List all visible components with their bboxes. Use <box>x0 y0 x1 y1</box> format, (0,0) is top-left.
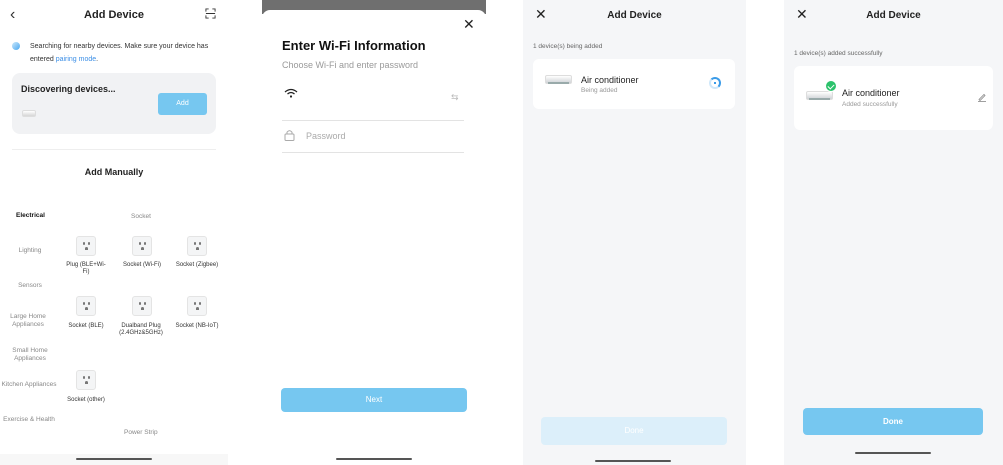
add-button[interactable]: Add <box>158 93 207 115</box>
pencil-icon[interactable] <box>977 92 987 102</box>
section-socket: Socket <box>131 213 151 220</box>
home-indicator[interactable] <box>76 458 152 460</box>
device-name: Air conditioner <box>581 75 639 85</box>
adding-device-screen: ✕ Add Device 1 device(s) being added Air… <box>523 0 746 465</box>
category-electrical[interactable]: Electrical <box>16 212 66 220</box>
adding-status: 1 device(s) being added <box>533 43 603 50</box>
discovering-card: Discovering devices... Add <box>12 73 216 134</box>
lock-icon <box>284 130 295 141</box>
scan-icon[interactable] <box>205 8 216 19</box>
add-device-screen: ‹ Add Device Searching for nearby device… <box>0 0 228 465</box>
socket-icon[interactable] <box>76 296 96 316</box>
pairing-mode-link[interactable]: pairing mode <box>56 56 96 63</box>
page-title: Add Device <box>84 9 144 21</box>
device-label: Plug (BLE+Wi-Fi) <box>66 262 106 275</box>
page-title: Add Device <box>866 10 921 21</box>
device-thumbnail-icon <box>22 110 36 117</box>
password-underline <box>282 152 464 153</box>
wifi-sheet: ✕ Enter Wi-Fi Information Choose Wi-Fi a… <box>262 10 486 465</box>
done-button[interactable]: Done <box>803 408 983 435</box>
socket-icon[interactable] <box>187 296 207 316</box>
socket-icon[interactable] <box>132 296 152 316</box>
wifi-subtitle: Choose Wi-Fi and enter password <box>282 60 419 70</box>
socket-icon[interactable] <box>187 236 207 256</box>
wifi-underline <box>282 120 464 121</box>
socket-icon[interactable] <box>76 370 96 390</box>
category-kitchen-appliances[interactable]: Kitchen Appliances <box>0 381 58 389</box>
home-indicator[interactable] <box>336 458 412 460</box>
device-name: Air conditioner <box>842 88 900 98</box>
home-indicator[interactable] <box>595 460 671 462</box>
home-indicator[interactable] <box>855 452 931 454</box>
search-hint: Searching for nearby devices. Make sure … <box>30 43 209 63</box>
socket-icon[interactable] <box>132 236 152 256</box>
divider <box>12 149 216 150</box>
device-label: Socket (NB-IoT) <box>175 323 219 329</box>
air-conditioner-icon <box>806 91 833 100</box>
category-exercise-health[interactable]: Exercise & Health <box>0 416 58 424</box>
category-lighting[interactable]: Lighting <box>0 247 60 255</box>
device-label: Socket (Wi-Fi) <box>123 262 161 268</box>
wifi-icon <box>284 88 298 98</box>
device-label: Socket (BLE) <box>68 323 104 329</box>
added-status: 1 device(s) added successfully <box>794 50 883 57</box>
top-bar: ‹ Add Device <box>0 0 228 30</box>
device-state: Being added <box>581 87 618 94</box>
device-label: Socket (other) <box>67 397 105 403</box>
added-device-screen: ✕ Add Device 1 device(s) added successfu… <box>784 0 1003 465</box>
air-conditioner-icon <box>545 75 572 84</box>
page-title: Add Device <box>607 10 662 21</box>
loading-spinner-icon <box>709 77 721 89</box>
add-manually-heading: Add Manually <box>84 167 144 177</box>
category-sensors[interactable]: Sensors <box>0 282 60 290</box>
socket-icon[interactable] <box>76 236 96 256</box>
device-state: Added successfully <box>842 101 898 108</box>
category-small-home-appliances[interactable]: Small Home Appliances <box>0 347 60 363</box>
wifi-title: Enter Wi-Fi Information <box>282 38 426 53</box>
device-card: Air conditioner Being added <box>533 59 735 109</box>
close-icon[interactable]: ✕ <box>463 16 475 33</box>
category-large-home-appliances[interactable]: Large Home Appliances <box>0 313 56 329</box>
success-check-icon <box>825 80 837 92</box>
swap-icon[interactable]: ⇆ <box>451 92 459 103</box>
done-button-disabled[interactable]: Done <box>541 417 727 445</box>
password-input[interactable]: Password <box>306 131 346 141</box>
next-button[interactable]: Next <box>281 388 467 412</box>
device-card: Air conditioner Added successfully <box>794 66 993 130</box>
section-power-strip: Power Strip <box>124 429 158 436</box>
discovering-title: Discovering devices... <box>21 84 116 94</box>
device-label: Dualband Plug (2.4GHz&5GHz) <box>119 323 163 336</box>
device-label: Socket (Zigbee) <box>175 262 219 268</box>
wifi-info-screen: ✕ Enter Wi-Fi Information Choose Wi-Fi a… <box>262 0 486 465</box>
